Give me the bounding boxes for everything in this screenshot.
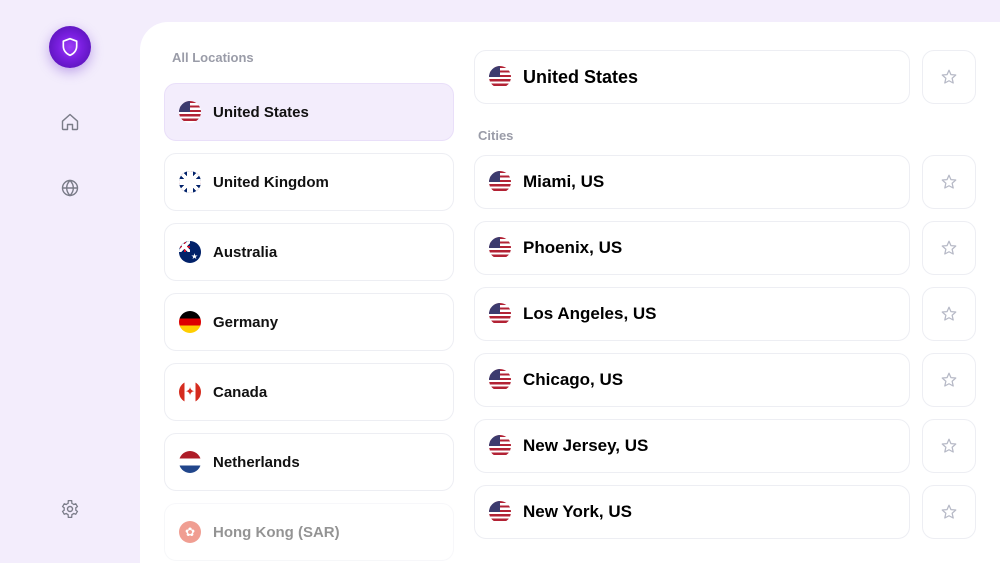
city-label: Miami, US bbox=[523, 172, 604, 192]
country-label: United Kingdom bbox=[213, 174, 329, 191]
content-panel: All Locations United States United Kingdo… bbox=[140, 22, 1000, 563]
city-row: New Jersey, US bbox=[474, 419, 976, 473]
nav-globe[interactable] bbox=[58, 176, 82, 200]
favorite-button[interactable] bbox=[922, 287, 976, 341]
app-root: All Locations United States United Kingdo… bbox=[0, 0, 1000, 563]
cities-column: United States Cities Miami, US Phoenix, U… bbox=[474, 50, 976, 563]
city-label: New York, US bbox=[523, 502, 632, 522]
all-locations-heading: All Locations bbox=[172, 50, 454, 65]
city-row: New York, US bbox=[474, 485, 976, 539]
flag-icon bbox=[179, 241, 201, 263]
nav-home[interactable] bbox=[58, 110, 82, 134]
city-row: Chicago, US bbox=[474, 353, 976, 407]
country-label: Germany bbox=[213, 314, 278, 331]
favorite-button[interactable] bbox=[922, 221, 976, 275]
city-label: New Jersey, US bbox=[523, 436, 648, 456]
flag-icon bbox=[179, 171, 201, 193]
city-card[interactable]: New Jersey, US bbox=[474, 419, 910, 473]
city-label: Los Angeles, US bbox=[523, 304, 657, 324]
country-item[interactable]: United States bbox=[164, 83, 454, 141]
country-label: Netherlands bbox=[213, 454, 300, 471]
flag-icon bbox=[179, 521, 201, 543]
favorite-button[interactable] bbox=[922, 419, 976, 473]
selected-country-row: United States bbox=[474, 50, 976, 104]
star-icon bbox=[940, 239, 958, 257]
globe-icon bbox=[60, 178, 80, 198]
flag-icon bbox=[489, 369, 511, 391]
city-card[interactable]: Chicago, US bbox=[474, 353, 910, 407]
country-item[interactable]: Canada bbox=[164, 363, 454, 421]
country-label: Australia bbox=[213, 244, 277, 261]
flag-icon bbox=[489, 435, 511, 457]
country-item[interactable]: Germany bbox=[164, 293, 454, 351]
favorite-button[interactable] bbox=[922, 485, 976, 539]
home-icon bbox=[60, 112, 80, 132]
star-icon bbox=[940, 305, 958, 323]
countries-column: All Locations United States United Kingdo… bbox=[164, 50, 454, 563]
flag-icon bbox=[179, 101, 201, 123]
star-icon bbox=[940, 371, 958, 389]
flag-icon bbox=[179, 381, 201, 403]
favorite-button[interactable] bbox=[922, 353, 976, 407]
city-card[interactable]: Phoenix, US bbox=[474, 221, 910, 275]
country-label: United States bbox=[213, 104, 309, 121]
flag-icon bbox=[179, 311, 201, 333]
city-row: Phoenix, US bbox=[474, 221, 976, 275]
nav-settings[interactable] bbox=[58, 497, 82, 521]
nav-rail bbox=[0, 0, 140, 563]
star-icon bbox=[940, 437, 958, 455]
city-row: Miami, US bbox=[474, 155, 976, 209]
flag-icon bbox=[489, 171, 511, 193]
flag-icon bbox=[489, 303, 511, 325]
selected-country-card[interactable]: United States bbox=[474, 50, 910, 104]
shield-icon bbox=[60, 37, 80, 57]
city-label: Phoenix, US bbox=[523, 238, 622, 258]
country-item[interactable]: Netherlands bbox=[164, 433, 454, 491]
cities-list: Miami, US Phoenix, US Los Angeles, US Chica… bbox=[474, 155, 976, 551]
star-icon bbox=[940, 503, 958, 521]
country-item[interactable]: Australia bbox=[164, 223, 454, 281]
country-item[interactable]: United Kingdom bbox=[164, 153, 454, 211]
flag-icon bbox=[179, 451, 201, 473]
flag-icon bbox=[489, 66, 511, 88]
flag-icon bbox=[489, 237, 511, 259]
city-label: Chicago, US bbox=[523, 370, 623, 390]
app-logo[interactable] bbox=[49, 26, 91, 68]
flag-icon bbox=[489, 501, 511, 523]
countries-list: United States United Kingdom Australia Germ… bbox=[164, 83, 454, 561]
favorite-button[interactable] bbox=[922, 50, 976, 104]
country-item[interactable]: Hong Kong (SAR) bbox=[164, 503, 454, 561]
country-label: Hong Kong (SAR) bbox=[213, 524, 340, 541]
city-card[interactable]: Los Angeles, US bbox=[474, 287, 910, 341]
city-card[interactable]: New York, US bbox=[474, 485, 910, 539]
star-icon bbox=[940, 173, 958, 191]
selected-country-label: United States bbox=[523, 67, 638, 88]
gear-icon bbox=[60, 499, 80, 519]
city-card[interactable]: Miami, US bbox=[474, 155, 910, 209]
favorite-button[interactable] bbox=[922, 155, 976, 209]
city-row: Los Angeles, US bbox=[474, 287, 976, 341]
cities-heading: Cities bbox=[478, 128, 976, 143]
star-icon bbox=[940, 68, 958, 86]
country-label: Canada bbox=[213, 384, 267, 401]
